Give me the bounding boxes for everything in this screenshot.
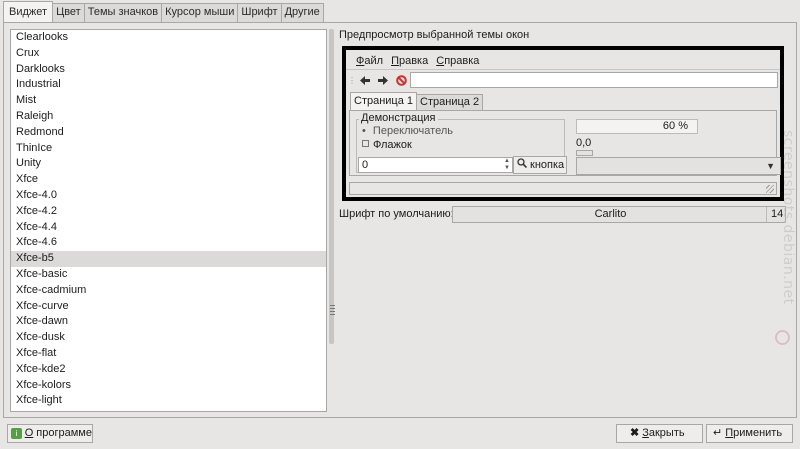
preview-tabs: Страница 1 Страница 2 [350,92,484,110]
demo-scale-value: 0,0 [576,137,592,149]
list-item[interactable]: Xfce-light [11,393,326,409]
apply-button-label: Применить [725,427,783,439]
preview-tab-page-2[interactable]: Страница 2 [417,94,484,110]
list-item[interactable]: ThinIce [11,141,326,157]
main-tabs: Виджет Цвет Темы значков Курсор мыши Шри… [3,1,324,22]
preview-title: Предпросмотр выбранной темы окон [339,29,530,41]
back-arrow-icon[interactable] [356,72,374,89]
close-button-label: Закрыть [642,427,685,439]
spin-arrows-icon[interactable]: ▲ ▼ [504,158,510,172]
list-item[interactable]: Xfce-4.2 [11,204,326,220]
menu-edit[interactable]: Правка [387,54,432,69]
preview-toolbar: ⋮ [348,72,410,89]
preview-frame: Файл Правка Справка ⋮ Страница 1 Страниц… [342,46,784,201]
list-item[interactable]: Xfce-flat [11,346,326,362]
theme-list[interactable]: Clearlooks Crux Darklooks Industrial Mist Ral… [10,29,327,412]
radio-label: Переключатель [372,125,453,137]
list-item[interactable]: Xfce-kde2 [11,362,326,378]
search-icon [517,157,528,173]
demo-scale-slider[interactable] [576,150,593,156]
menu-help[interactable]: Справка [432,54,483,69]
checkbox-icon [362,140,369,147]
demo-button[interactable]: кнопка [513,156,567,174]
list-item[interactable]: Xfce-dusk [11,330,326,346]
preview-menubar: Файл Правка Справка [352,54,483,69]
close-button[interactable]: ✖ Закрыть [616,424,703,443]
checkbox-label: Флажок [373,139,412,151]
forward-arrow-icon[interactable] [374,72,392,89]
list-item[interactable]: Xfce-4.0 [11,188,326,204]
watermark: screenshots.debian.net [780,130,796,305]
radio-bullet-icon: • [362,125,366,137]
chevron-down-icon: ▼ [766,161,775,171]
menubar-divider [346,69,780,70]
font-name: Carlito [594,208,627,220]
demo-spin-button[interactable]: 0 ▲ ▼ [358,157,513,173]
list-item[interactable]: Clearlooks [11,30,326,46]
scrollbar-thumb[interactable] [329,29,334,344]
demo-button-label: кнопка [530,159,565,171]
toolbar-handle-icon: ⋮ [348,76,356,85]
watermark-logo-icon [775,330,790,345]
demo-checkbox[interactable]: Флажок [362,139,412,151]
font-picker-button[interactable]: Carlito 14 [452,206,786,223]
apply-button[interactable]: ↵ Применить [706,424,793,443]
list-item[interactable]: Darklooks [11,62,326,78]
apply-arrow-icon: ↵ [713,427,723,439]
progress-text: 60 % [662,120,688,132]
theme-list-scrollbar[interactable] [328,29,335,412]
list-item[interactable]: Xfce-dawn [11,314,326,330]
list-item[interactable]: Xfce-kolors [11,378,326,394]
demo-radio[interactable]: • Переключатель [362,125,453,137]
list-item[interactable]: Unity [11,156,326,172]
list-item[interactable]: Mist [11,93,326,109]
list-item[interactable]: Crux [11,46,326,62]
menu-file[interactable]: Файл [352,54,387,69]
list-item[interactable]: Xfce-basic [11,267,326,283]
demo-combo-box[interactable]: ▼ [576,157,781,175]
demo-frame-label: Демонстрация [359,112,438,124]
default-font-label: Шрифт по умолчанию: [339,208,454,220]
stop-icon[interactable] [392,72,410,89]
list-item[interactable]: Xfce-cadmium [11,283,326,299]
tab-color[interactable]: Цвет [53,3,85,22]
font-separator [766,207,767,222]
list-item[interactable]: Xfce-curve [11,299,326,315]
preview-text-entry[interactable] [410,72,778,88]
list-item[interactable]: Redmond [11,125,326,141]
list-item[interactable]: Raleigh [11,109,326,125]
about-button[interactable]: i О программе [7,424,93,443]
list-item[interactable]: Xfce-b5 [11,251,326,267]
preview-tab-page: Демонстрация • Переключатель Флажок 0 ▲ ▼… [349,110,781,176]
scrollbar-grip-icon [330,305,335,317]
tab-icon-themes[interactable]: Темы значков [84,3,163,22]
info-icon: i [11,428,22,439]
preview-window: Файл Правка Справка ⋮ Страница 1 Страниц… [346,50,781,197]
preview-tab-page-1[interactable]: Страница 1 [350,92,418,110]
list-item[interactable]: Xfce-4.4 [11,220,326,236]
spin-value: 0 [362,159,369,171]
about-button-label: О программе [24,427,92,439]
preview-statusbar [349,182,777,195]
demo-progress-bar: 60 % [576,119,698,134]
list-item[interactable]: Industrial [11,77,326,93]
list-item[interactable]: Xfce [11,172,326,188]
list-item[interactable]: Xfce-4.6 [11,235,326,251]
tab-mouse-cursor[interactable]: Курсор мыши [162,3,239,22]
tab-widget[interactable]: Виджет [3,1,54,22]
tab-font[interactable]: Шрифт [238,3,282,22]
close-icon: ✖ [630,427,640,439]
tab-other[interactable]: Другие [281,3,324,22]
resize-grip-icon[interactable] [766,185,774,193]
